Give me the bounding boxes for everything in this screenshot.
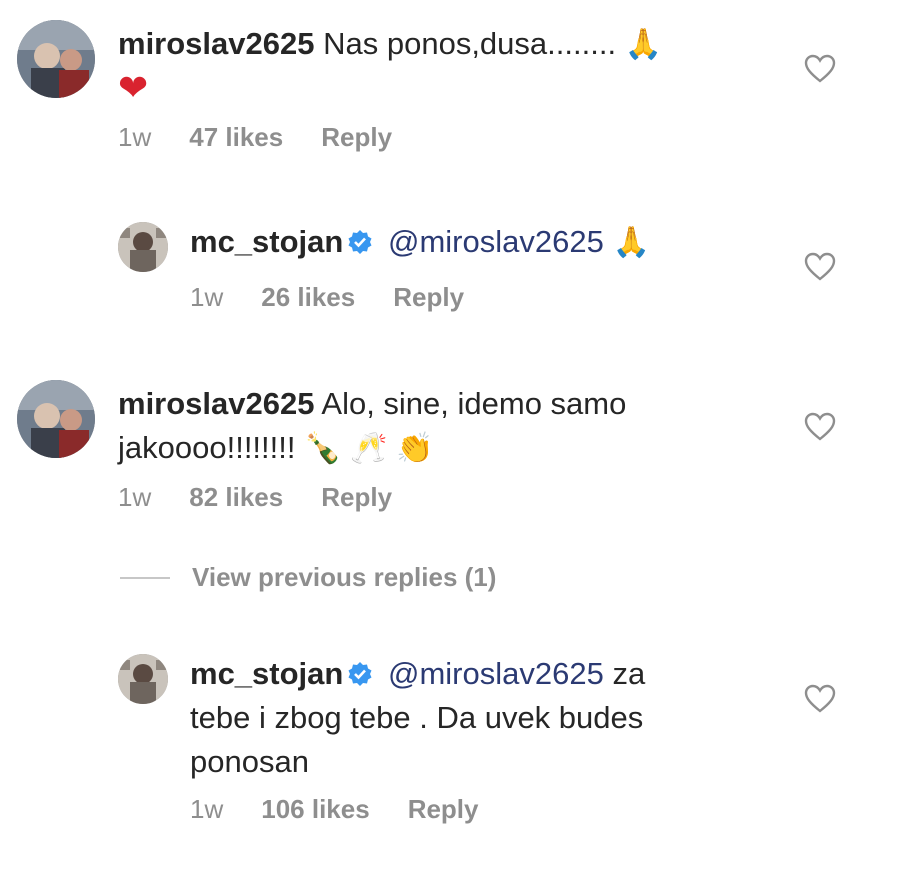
clinking-glasses-emoji: 🥂 bbox=[350, 431, 388, 466]
view-previous-replies-button[interactable]: View previous replies (1) bbox=[120, 562, 496, 593]
comment-text-continued: tebe i zbog tebe . Da uvek budes bbox=[190, 700, 644, 735]
like-heart-icon[interactable] bbox=[804, 252, 836, 282]
comment-meta: 1w 26 likes Reply bbox=[190, 282, 502, 313]
comment-username[interactable]: miroslav2625 bbox=[118, 26, 314, 61]
comment-time: 1w bbox=[190, 794, 224, 824]
champagne-bottle-emoji: 🍾 bbox=[304, 431, 342, 466]
comment: miroslav2625 Alo, sine, idemo samo jakoo… bbox=[0, 370, 900, 550]
avatar[interactable] bbox=[17, 20, 95, 98]
reply-button[interactable]: Reply bbox=[321, 482, 392, 513]
comment-meta: 1w 106 likes Reply bbox=[190, 794, 517, 825]
avatar[interactable] bbox=[118, 222, 168, 272]
mention-link[interactable]: @miroslav2625 bbox=[388, 656, 604, 691]
mention-link[interactable]: @miroslav2625 bbox=[388, 224, 604, 259]
comment-username[interactable]: mc_stojan bbox=[190, 656, 343, 691]
comment-text: Alo, sine, idemo samo bbox=[321, 386, 627, 421]
comment-time: 1w bbox=[190, 282, 224, 312]
reply-button[interactable]: Reply bbox=[408, 794, 479, 825]
comment-body: mc_stojan @miroslav2625 za tebe i zbog t… bbox=[190, 652, 645, 784]
comment-text: Nas ponos,dusa........ bbox=[323, 26, 617, 61]
comment-body: miroslav2625 Nas ponos,dusa........ 🙏 ❤ bbox=[118, 22, 662, 112]
avatar[interactable] bbox=[17, 380, 95, 458]
avatar-photo bbox=[17, 20, 95, 98]
comment-text-continued: jakoooo!!!!!!!! bbox=[118, 430, 296, 465]
view-previous-replies-label: View previous replies (1) bbox=[192, 562, 497, 592]
reply-button[interactable]: Reply bbox=[393, 282, 464, 313]
avatar[interactable] bbox=[118, 654, 168, 704]
verified-badge-icon bbox=[348, 662, 372, 686]
comment-likes[interactable]: 47 likes bbox=[189, 122, 283, 153]
comment-likes[interactable]: 26 likes bbox=[261, 282, 355, 313]
reply-comment: mc_stojan @miroslav2625 za tebe i zbog t… bbox=[0, 640, 900, 870]
avatar-photo bbox=[17, 380, 95, 458]
divider bbox=[120, 576, 170, 579]
comment: miroslav2625 Nas ponos,dusa........ 🙏 ❤ … bbox=[0, 0, 900, 180]
clapping-hands-emoji: 👏 bbox=[396, 431, 434, 466]
comment-body: miroslav2625 Alo, sine, idemo samo jakoo… bbox=[118, 382, 626, 471]
heart-emoji: ❤ bbox=[118, 68, 149, 109]
verified-badge-icon bbox=[348, 230, 372, 254]
avatar-photo bbox=[118, 654, 168, 704]
comment-username[interactable]: mc_stojan bbox=[190, 224, 343, 259]
reply-button[interactable]: Reply bbox=[321, 122, 392, 153]
pray-emoji: 🙏 bbox=[624, 27, 663, 62]
like-heart-icon[interactable] bbox=[804, 684, 836, 714]
reply-comment: mc_stojan @miroslav2625 🙏 1w 26 likes Re… bbox=[0, 200, 900, 340]
comment-username[interactable]: miroslav2625 bbox=[118, 386, 314, 421]
comment-time: 1w bbox=[118, 122, 152, 152]
comment-likes[interactable]: 82 likes bbox=[189, 482, 283, 513]
avatar-photo bbox=[118, 222, 168, 272]
like-heart-icon[interactable] bbox=[804, 54, 836, 84]
comment-time: 1w bbox=[118, 482, 152, 512]
comment-meta: 1w 47 likes Reply bbox=[118, 122, 430, 153]
comment-likes[interactable]: 106 likes bbox=[261, 794, 369, 825]
comment-text-continued: ponosan bbox=[190, 744, 309, 779]
comment-meta: 1w 82 likes Reply bbox=[118, 482, 430, 513]
comment-body: mc_stojan @miroslav2625 🙏 bbox=[190, 220, 650, 265]
comment-text: za bbox=[612, 656, 646, 691]
pray-emoji: 🙏 bbox=[612, 225, 650, 260]
like-heart-icon[interactable] bbox=[804, 412, 836, 442]
